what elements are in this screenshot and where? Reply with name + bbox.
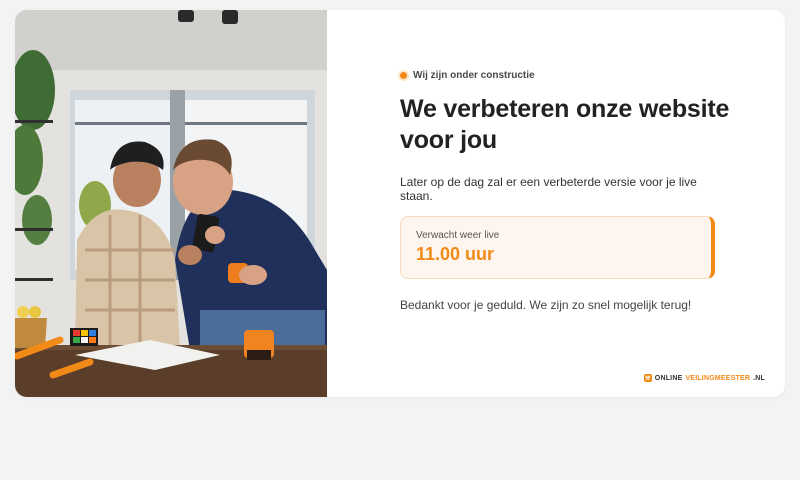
status-dot-icon — [400, 72, 407, 79]
expected-live-label: Verwacht weer live — [416, 230, 500, 241]
page-title: We verbeteren onze website voor jou — [400, 95, 730, 154]
brand-part-online: ONLINE — [654, 374, 683, 382]
brand-logo[interactable]: ⚒ ONLINE VEILINGMEESTER .NL — [643, 374, 765, 382]
status-badge: Wij zijn onder constructie — [400, 70, 535, 81]
expected-live-box: Verwacht weer live 11.00 uur — [400, 216, 715, 279]
status-label: Wij zijn onder constructie — [413, 70, 535, 81]
hero-photo — [15, 10, 327, 397]
expected-live-time: 11.00 uur — [416, 244, 495, 264]
page-subtitle: Later op de dag zal er een verbeterde ve… — [400, 175, 697, 203]
thanks-message: Bedankt voor je geduld. We zijn zo snel … — [400, 298, 692, 312]
maintenance-content: Wij zijn onder constructie We verbeteren… — [400, 10, 740, 397]
maintenance-card: Wij zijn onder constructie We verbeteren… — [15, 10, 785, 397]
brand-part-tld: .NL — [753, 374, 765, 382]
hero-illustration — [15, 10, 327, 397]
brand-part-veilingmeester: VEILINGMEESTER — [685, 374, 751, 382]
gavel-icon: ⚒ — [643, 374, 652, 382]
